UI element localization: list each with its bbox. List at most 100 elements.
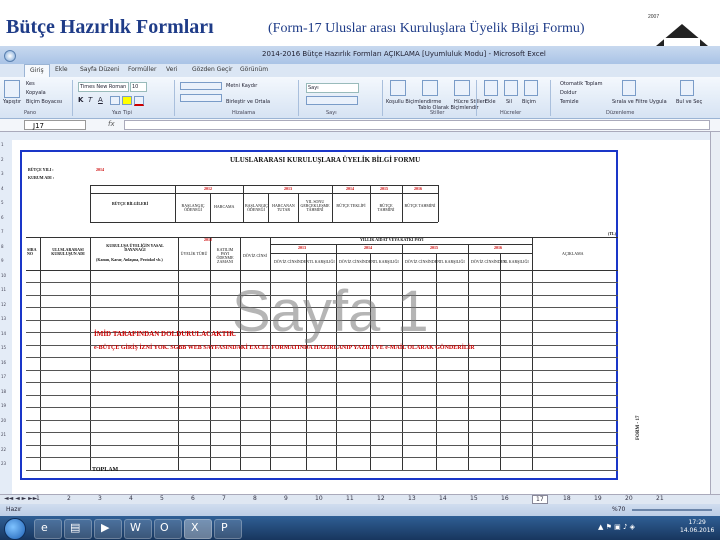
row-number[interactable]: 15 bbox=[1, 345, 6, 350]
row-number[interactable]: 20 bbox=[1, 418, 6, 423]
align-top-icons[interactable] bbox=[180, 82, 222, 90]
sheet-nav-arrows[interactable]: ◄◄ ◄ ► ►► bbox=[4, 495, 37, 502]
number-buttons[interactable] bbox=[306, 96, 358, 105]
row-number[interactable]: 18 bbox=[1, 389, 6, 394]
font-color-icon[interactable] bbox=[134, 96, 144, 106]
align-left-icons[interactable] bbox=[180, 94, 222, 102]
system-tray-icons[interactable]: ▲ ⚑ ▣ ♪ ◈ bbox=[598, 523, 635, 531]
sheet-tab[interactable]: 13 bbox=[408, 495, 416, 502]
sheet-tab[interactable]: 3 bbox=[98, 495, 102, 502]
clear-button[interactable]: Temizle bbox=[560, 99, 579, 105]
sort-filter-button[interactable]: Sırala ve Filtre Uygula bbox=[612, 99, 667, 105]
font-name-select[interactable]: Times New Roman bbox=[78, 82, 129, 92]
cut-button[interactable]: Kes bbox=[26, 81, 35, 87]
find-select-button[interactable]: Bul ve Seç bbox=[676, 99, 702, 105]
autosum-button[interactable]: Otomatik Toplam bbox=[560, 81, 603, 87]
sheet-tab[interactable]: 15 bbox=[470, 495, 478, 502]
row-number[interactable]: 17 bbox=[1, 374, 6, 379]
borders-icon[interactable] bbox=[110, 96, 120, 105]
row-number[interactable]: 11 bbox=[1, 287, 6, 292]
sheet-tab[interactable]: 19 bbox=[594, 495, 602, 502]
row-number[interactable]: 9 bbox=[1, 258, 4, 263]
insert-cells-icon[interactable] bbox=[484, 80, 498, 96]
cell-styles-button[interactable]: Hücre Stilleri bbox=[454, 99, 486, 105]
row-number[interactable]: 1 bbox=[1, 142, 4, 147]
sheet-tab[interactable]: 18 bbox=[563, 495, 571, 502]
format-as-table-button[interactable]: Tablo Olarak Biçimlendir bbox=[418, 105, 479, 111]
italic-button[interactable]: T bbox=[88, 96, 92, 104]
underline-button[interactable]: A bbox=[98, 96, 103, 104]
row-number[interactable]: 14 bbox=[1, 331, 6, 336]
cell-styles-icon[interactable] bbox=[454, 80, 470, 96]
row-number[interactable]: 16 bbox=[1, 360, 6, 365]
sheet-tab[interactable]: 10 bbox=[315, 495, 323, 502]
row-number[interactable]: 7 bbox=[1, 229, 4, 234]
sheet-tab[interactable]: 20 bbox=[625, 495, 633, 502]
delete-cells-button[interactable]: Sil bbox=[506, 99, 512, 105]
tab-page-layout[interactable]: Sayfa Düzeni bbox=[80, 66, 119, 73]
tab-review[interactable]: Gözden Geçir bbox=[192, 66, 232, 73]
sheet-tab[interactable]: 16 bbox=[501, 495, 509, 502]
tab-data[interactable]: Veri bbox=[166, 66, 177, 73]
row-number[interactable]: 10 bbox=[1, 273, 6, 278]
row-number[interactable]: 19 bbox=[1, 403, 6, 408]
tab-view[interactable]: Görünüm bbox=[240, 66, 268, 73]
sheet-tab[interactable]: 9 bbox=[284, 495, 288, 502]
office-button[interactable] bbox=[4, 50, 16, 62]
name-box[interactable]: J17 bbox=[24, 120, 86, 130]
sheet-tab[interactable]: 4 bbox=[129, 495, 133, 502]
copy-button[interactable]: Kopyala bbox=[26, 90, 46, 96]
vertical-scrollbar[interactable] bbox=[710, 132, 720, 494]
sheet-tab[interactable]: 21 bbox=[656, 495, 664, 502]
format-cells-icon[interactable] bbox=[524, 80, 538, 96]
fill-color-icon[interactable] bbox=[122, 96, 132, 105]
sheet-tab[interactable]: 8 bbox=[253, 495, 257, 502]
conditional-format-icon[interactable] bbox=[390, 80, 406, 96]
number-format-select[interactable]: Sayı bbox=[306, 83, 359, 93]
zoom-level[interactable]: %70 bbox=[612, 506, 625, 513]
paste-button[interactable]: Yapıştır bbox=[3, 99, 21, 105]
row-number[interactable]: 23 bbox=[1, 461, 6, 466]
format-cells-button[interactable]: Biçim bbox=[522, 99, 536, 105]
tab-formulas[interactable]: Formüller bbox=[128, 66, 156, 73]
row-number[interactable]: 22 bbox=[1, 447, 6, 452]
insert-cells-button[interactable]: Ekle bbox=[485, 99, 496, 105]
sheet-tab[interactable]: 12 bbox=[377, 495, 385, 502]
sheet-tab[interactable]: 6 bbox=[191, 495, 195, 502]
delete-cells-icon[interactable] bbox=[504, 80, 518, 96]
fx-icon[interactable]: fx bbox=[108, 120, 115, 128]
tab-insert[interactable]: Ekle bbox=[55, 66, 68, 73]
zoom-slider[interactable] bbox=[632, 509, 712, 511]
wrap-text-button[interactable]: Metni Kaydır bbox=[226, 83, 257, 89]
paste-icon[interactable] bbox=[4, 80, 20, 98]
sheet-tab[interactable]: 14 bbox=[439, 495, 447, 502]
font-size-select[interactable]: 10 bbox=[130, 82, 147, 92]
sheet-tab[interactable]: 17 bbox=[532, 495, 548, 504]
row-number[interactable]: 6 bbox=[1, 215, 4, 220]
formula-input[interactable] bbox=[124, 120, 710, 130]
taskbar-clock[interactable]: 17:29 14.06.2016 bbox=[680, 519, 714, 535]
sheet-tab[interactable]: 1 bbox=[36, 495, 40, 502]
find-select-icon[interactable] bbox=[680, 80, 694, 96]
sheet-tab[interactable]: 7 bbox=[222, 495, 226, 502]
taskbar-powerpoint[interactable] bbox=[214, 519, 242, 539]
format-painter-button[interactable]: Biçim Boyacısı bbox=[26, 99, 62, 105]
row-number[interactable]: 21 bbox=[1, 432, 6, 437]
row-number[interactable]: 2 bbox=[1, 157, 4, 162]
row-number[interactable]: 4 bbox=[1, 186, 4, 191]
start-button[interactable] bbox=[4, 518, 26, 540]
row-number[interactable]: 8 bbox=[1, 244, 4, 249]
row-number[interactable]: 12 bbox=[1, 302, 6, 307]
row-number[interactable]: 3 bbox=[1, 171, 4, 176]
format-as-table-icon[interactable] bbox=[422, 80, 438, 96]
fill-button[interactable]: Doldur bbox=[560, 90, 577, 96]
sort-filter-icon[interactable] bbox=[622, 80, 636, 96]
sheet-tab[interactable]: 2 bbox=[67, 495, 71, 502]
tab-home[interactable]: Giriş bbox=[24, 64, 50, 77]
taskbar-ie[interactable] bbox=[34, 519, 62, 539]
sheet-tab[interactable]: 11 bbox=[346, 495, 354, 502]
sheet-tab[interactable]: 5 bbox=[160, 495, 164, 502]
merge-center-button[interactable]: Birleştir ve Ortala bbox=[226, 99, 270, 105]
bold-button[interactable]: K bbox=[78, 96, 83, 104]
row-number[interactable]: 5 bbox=[1, 200, 4, 205]
